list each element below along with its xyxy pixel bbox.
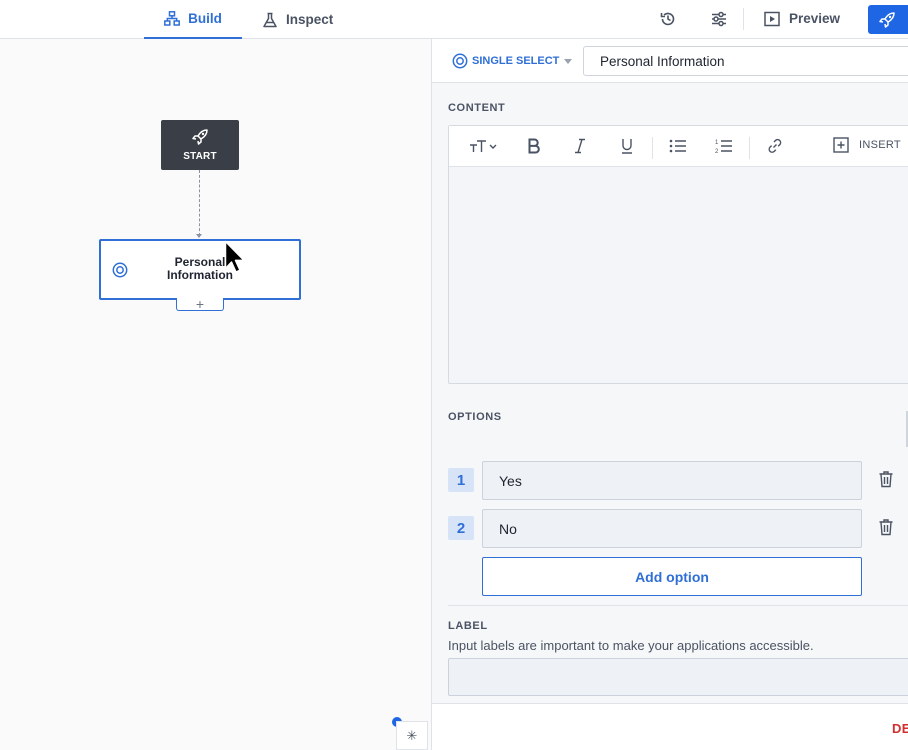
- toolbar-divider: [743, 8, 744, 30]
- tab-build-label: Build: [188, 11, 222, 26]
- caret-down-icon: [564, 58, 573, 64]
- mouse-cursor-icon: [224, 240, 245, 273]
- insert-label: INSERT: [859, 139, 901, 151]
- add-option-button[interactable]: Add option: [482, 557, 862, 596]
- label-input[interactable]: [448, 658, 908, 696]
- bold-icon: [528, 138, 540, 154]
- bullet-list-icon: [669, 139, 686, 153]
- publish-button[interactable]: [868, 5, 908, 34]
- insert-button[interactable]: INSERT: [833, 137, 901, 153]
- label-section-label: LABEL: [448, 620, 488, 632]
- toolbar-divider: [749, 137, 750, 159]
- connector-arrow: [196, 234, 202, 238]
- text-size-button[interactable]: [469, 136, 499, 156]
- step-editor-panel: SINGLE SELECT CONTENT: [432, 39, 908, 750]
- option-number: 2: [448, 516, 474, 540]
- delete-button[interactable]: DE: [892, 721, 908, 736]
- bold-button[interactable]: [527, 136, 541, 156]
- content-section-label: CONTENT: [448, 102, 506, 114]
- history-icon: [660, 12, 675, 26]
- bullet-list-button[interactable]: [669, 136, 687, 156]
- preview-button[interactable]: Preview: [764, 0, 840, 37]
- tab-inspect-label: Inspect: [286, 12, 334, 27]
- italic-button[interactable]: [574, 136, 586, 156]
- options-section-label: OPTIONS: [448, 411, 502, 423]
- preview-label: Preview: [789, 11, 841, 26]
- radio-target-icon: [452, 53, 468, 69]
- editor-toolbar: 12 INSERT: [449, 126, 908, 167]
- step-type-select[interactable]: SINGLE SELECT: [452, 53, 573, 69]
- start-node[interactable]: START: [161, 120, 239, 170]
- canvas-help-button[interactable]: ✳: [396, 721, 428, 750]
- flask-icon: [263, 12, 277, 27]
- rocket-icon: [192, 129, 208, 145]
- flow-canvas[interactable]: START Personal Information + ✳: [0, 39, 432, 750]
- text-size-icon: [470, 140, 497, 152]
- option-input[interactable]: [482, 509, 862, 548]
- panel-footer: DE: [432, 703, 908, 750]
- sliders-icon: [712, 11, 726, 27]
- flow-connector: [199, 170, 200, 236]
- radio-target-icon: [112, 262, 128, 283]
- panel-header: SINGLE SELECT: [432, 39, 908, 83]
- option-input[interactable]: [482, 461, 862, 500]
- section-divider: [448, 605, 908, 606]
- link-button[interactable]: [766, 136, 784, 156]
- tab-build[interactable]: Build: [144, 0, 242, 39]
- plus-square-icon: [833, 137, 849, 153]
- link-icon: [768, 138, 782, 153]
- numbered-list-button[interactable]: 12: [715, 136, 733, 156]
- underline-button[interactable]: [620, 136, 634, 156]
- rocket-icon: [879, 11, 895, 28]
- flow-icon: [164, 11, 181, 26]
- step-node-personal-information[interactable]: Personal Information: [99, 239, 301, 300]
- numbered-list-icon: 12: [715, 140, 732, 154]
- tab-inspect[interactable]: Inspect: [262, 0, 333, 39]
- play-icon: [764, 11, 780, 26]
- toolbar-divider: [652, 137, 653, 159]
- history-button[interactable]: [658, 9, 678, 29]
- option-number: 1: [448, 468, 474, 492]
- svg-text:2: 2: [715, 149, 719, 154]
- settings-button[interactable]: [709, 9, 729, 29]
- panel-body: CONTENT 12 INSERT OPTIONS 1 Yes 2 No Add…: [432, 83, 908, 703]
- step-type-label: SINGLE SELECT: [472, 55, 560, 67]
- step-title-input[interactable]: [583, 46, 908, 76]
- italic-icon: [575, 138, 585, 154]
- trash-icon[interactable]: [878, 470, 894, 493]
- svg-text:1: 1: [715, 140, 719, 146]
- content-editor[interactable]: 12 INSERT: [448, 125, 908, 384]
- trash-icon[interactable]: [878, 518, 894, 541]
- start-node-label: START: [183, 151, 217, 162]
- add-step-button[interactable]: +: [176, 297, 224, 311]
- top-bar: Build Inspect Preview: [0, 0, 908, 39]
- label-help-text: Input labels are important to make your …: [448, 638, 814, 653]
- underline-icon: [622, 139, 632, 154]
